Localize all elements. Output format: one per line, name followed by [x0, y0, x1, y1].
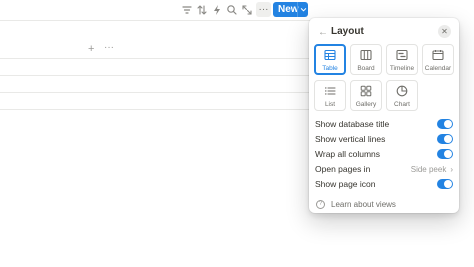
search-icon[interactable] [225, 3, 239, 17]
option-label: Show database title [315, 119, 390, 129]
option-label: Show vertical lines [315, 134, 386, 144]
more-options-button[interactable]: ··· [256, 2, 271, 17]
option-open-pages-in[interactable]: Open pages in Side peek › [315, 162, 453, 176]
option-label: Wrap all columns [315, 149, 381, 159]
option-show-database-title: Show database title [315, 117, 453, 131]
table-icon [324, 49, 336, 61]
list-icon [325, 87, 336, 95]
table-row [0, 58, 315, 59]
option-show-vertical-lines: Show vertical lines [315, 132, 453, 146]
layout-tile-label: Table [322, 65, 338, 72]
layout-tile-label: Calendar [424, 65, 452, 72]
help-icon: ? [316, 199, 325, 209]
learn-about-views-link[interactable]: ? Learn about views [316, 198, 396, 210]
toggle-knob [444, 120, 452, 128]
panel-title: Layout [331, 26, 364, 37]
show-page-icon-toggle[interactable] [437, 179, 453, 189]
toggle-knob [444, 180, 452, 188]
layout-tile-calendar[interactable]: Calendar [422, 44, 454, 75]
sort-icon[interactable] [195, 3, 209, 17]
option-show-page-icon: Show page icon [315, 177, 453, 191]
view-toolbar: ··· New [0, 0, 474, 20]
toolbar-divider [0, 20, 315, 21]
toggle-knob [444, 150, 452, 158]
layout-tile-board[interactable]: Board [350, 44, 382, 75]
layout-panel: ← Layout ✕ Table Board Timeline Calendar… [309, 18, 459, 213]
back-arrow-icon[interactable]: ← [318, 27, 328, 38]
timeline-icon [396, 49, 408, 61]
show-vertical-lines-toggle[interactable] [437, 134, 453, 144]
wrap-all-columns-toggle[interactable] [437, 149, 453, 159]
chevron-down-icon[interactable] [298, 6, 308, 13]
open-pages-in-value: Side peek [410, 164, 447, 174]
layout-tile-label: Gallery [355, 101, 377, 108]
option-label: Open pages in [315, 164, 371, 174]
chart-icon [396, 85, 408, 97]
gallery-icon [360, 85, 372, 97]
column-options-button[interactable]: ··· [104, 42, 114, 53]
layout-tile-timeline[interactable]: Timeline [386, 44, 418, 75]
layout-tile-label: Board [357, 65, 375, 72]
layout-tile-label: Timeline [389, 65, 415, 72]
layout-tile-list[interactable]: List [314, 80, 346, 111]
option-label: Show page icon [315, 179, 376, 189]
filter-icon[interactable] [180, 3, 194, 17]
table-row [0, 75, 315, 76]
table-row [0, 109, 315, 110]
add-column-button[interactable]: + [88, 43, 94, 55]
table-row [0, 92, 315, 93]
expand-icon[interactable] [240, 3, 254, 17]
new-button-label: New [278, 4, 299, 15]
layout-tile-gallery[interactable]: Gallery [350, 80, 382, 111]
close-icon[interactable]: ✕ [438, 25, 451, 38]
option-wrap-all-columns: Wrap all columns [315, 147, 453, 161]
learn-about-views-label: Learn about views [331, 199, 396, 209]
chevron-right-icon: › [450, 164, 453, 174]
toggle-knob [444, 135, 452, 143]
automation-bolt-icon[interactable] [210, 3, 224, 17]
show-database-title-toggle[interactable] [437, 119, 453, 129]
layout-tile-table[interactable]: Table [314, 44, 346, 75]
layout-tile-label: Chart [394, 101, 410, 108]
board-icon [360, 49, 372, 61]
layout-tile-chart[interactable]: Chart [386, 80, 418, 111]
calendar-icon [432, 50, 444, 61]
new-button[interactable]: New [273, 2, 308, 17]
layout-tile-label: List [324, 101, 336, 108]
